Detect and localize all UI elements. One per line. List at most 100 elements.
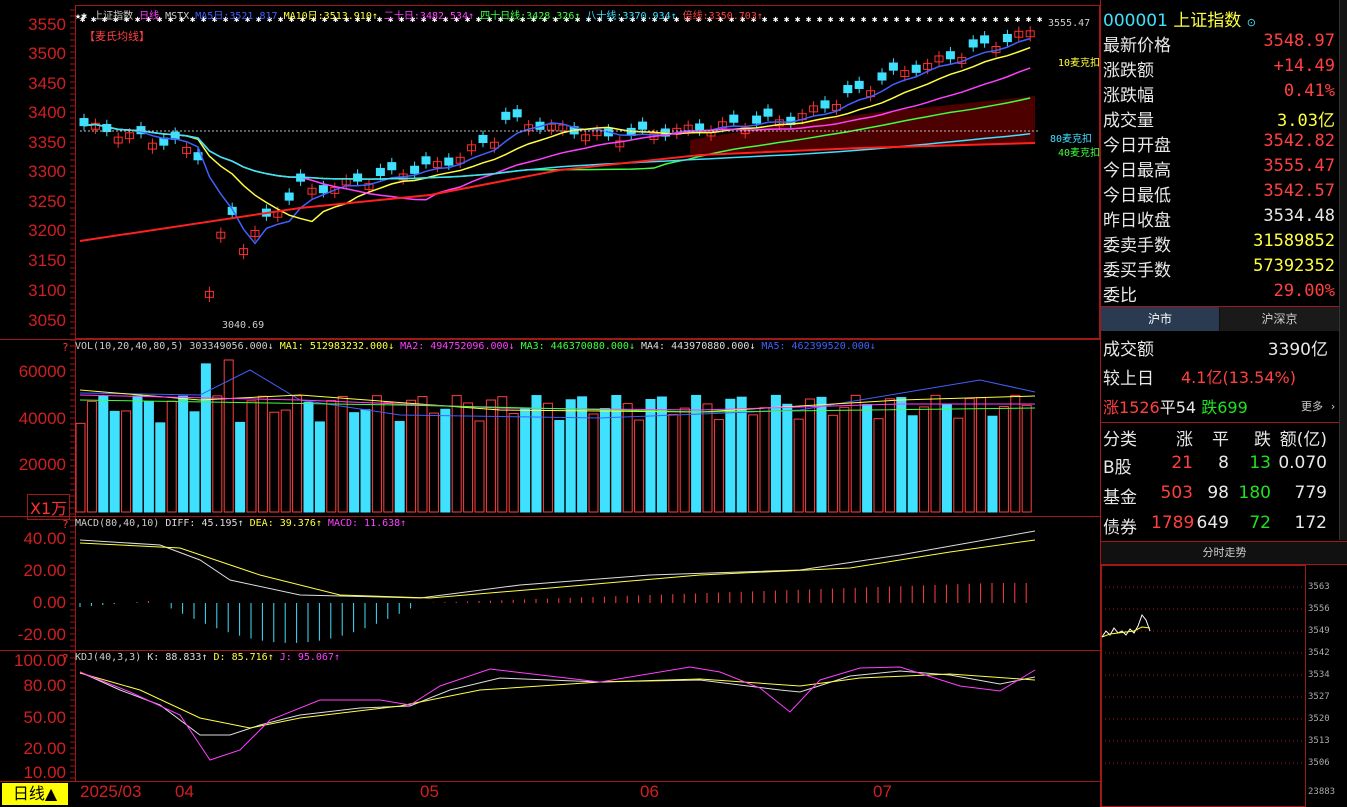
intraday-tick-label: 3556 [1308, 604, 1330, 614]
candle-body [911, 64, 921, 73]
intraday-tick-label: 3563 [1308, 582, 1330, 592]
volume-bar [223, 359, 234, 513]
quote-row: 涨跌额 +14.49 [1101, 56, 1339, 81]
intraday-tick-label: 3520 [1308, 714, 1330, 724]
volume-bar [394, 420, 405, 513]
volume-bar [337, 395, 348, 513]
table-cell: 98 [1207, 483, 1229, 503]
candle-body [888, 62, 898, 71]
table-row[interactable]: B股 21 8 13 0.070 [1101, 453, 1339, 481]
table-row[interactable]: 债券 1789 649 72 172 [1101, 513, 1339, 541]
volume-bar [326, 400, 337, 513]
volume-bar [98, 395, 109, 513]
intraday-tick-label: 23883 [1308, 787, 1336, 797]
volume-bar [383, 402, 394, 513]
quote-row: 今日最高 3555.47 [1101, 156, 1339, 181]
candle-body [79, 118, 89, 127]
more-link[interactable]: 更多 › [1301, 398, 1336, 414]
quote-value: 3534.48 [1263, 206, 1335, 226]
volume-bar [189, 411, 200, 513]
kdj-tick-label: 100.00 [14, 651, 66, 670]
ma20-value: 3482.534↑ [419, 11, 475, 22]
svg-text:✱: ✱ [971, 15, 977, 25]
svg-text:✱: ✱ [960, 15, 966, 25]
volume-bar [542, 402, 553, 513]
tab-shanghai[interactable]: 沪市 [1101, 307, 1219, 331]
quote-row: 涨跌幅 0.41% [1101, 81, 1339, 106]
volume-bar [725, 398, 736, 513]
candle-body [843, 85, 853, 94]
volume-bar [884, 398, 895, 513]
vol-tick-label: 60000 [18, 362, 66, 381]
ma-badge[interactable]: 【麦氏均线】 [84, 28, 150, 44]
table-cell: 503 [1160, 483, 1193, 503]
table-cell: 21 [1171, 453, 1193, 473]
tab-hushenjing[interactable]: 沪深京 [1220, 307, 1339, 331]
svg-text:✱: ✱ [927, 15, 933, 25]
indicator-name: MSTX [165, 11, 190, 22]
volume-bar [736, 396, 747, 513]
period-button[interactable]: 日线▲ [2, 783, 68, 805]
turnover-value: 3390亿 [1267, 340, 1328, 360]
svg-text:✱: ✱ [817, 15, 823, 25]
intraday-chart[interactable] [1101, 565, 1306, 807]
intraday-tick-label: 3534 [1308, 670, 1330, 680]
quote-value: 57392352 [1253, 256, 1335, 276]
down-label: 跌 [1201, 398, 1218, 417]
candle-body [638, 121, 648, 130]
candle-body [444, 157, 454, 166]
volume-bar [440, 408, 451, 513]
candle-body [478, 134, 488, 144]
volume-bar [941, 404, 952, 513]
table-row[interactable]: 基金 503 98 180 779 [1101, 483, 1339, 511]
price-tick-label: 3150 [28, 251, 66, 270]
volume-bar [702, 403, 713, 513]
vol-legend: VOL(10,20,40,80,5) 303349056.000↓ MA1: 5… [75, 341, 876, 352]
volume-bar [656, 396, 667, 513]
index-name: 上证指数 [93, 11, 134, 22]
table-header-cell: 涨 [1176, 430, 1193, 450]
volume-bar [1021, 404, 1032, 513]
scrollbar[interactable] [1339, 0, 1347, 540]
candle-body [512, 109, 522, 118]
ma5-label: MA5日: [195, 11, 230, 22]
volume-bar [474, 420, 485, 513]
quote-value: 3.03亿 [1277, 111, 1335, 131]
intraday-title[interactable]: 分时走势 [1101, 541, 1347, 565]
volume-bar [976, 397, 987, 513]
macd-tick-label: 0.00 [32, 593, 66, 612]
volume-bar [428, 412, 439, 513]
svg-text:✱: ✱ [762, 15, 768, 25]
volume-bar [759, 407, 770, 513]
svg-text:✱: ✱ [938, 15, 944, 25]
intraday-tick-label: 3506 [1308, 758, 1330, 768]
period-label: 日线 [139, 11, 160, 22]
chart-area[interactable]: ✱ ✱ ✱ ✱ ✱ ✱ ✱ ✱ ✱ ✱ ✱ ✱ ✱ ✱ ✱ ✱ ✱ ✱ ✱ ✱ ✱ ✱ ✱ ✱ ✱ ✱ ✱ ✱ ✱ ✱ ✱ ✱ ✱ ✱ ✱ ✱ ✱ ✱ ✱ ✱… [0, 0, 1100, 807]
table-header-cell: 跌 [1254, 430, 1271, 450]
favorite-star-icon[interactable]: ★✱ [75, 11, 87, 22]
kdj-tick-label: 50.00 [23, 708, 66, 727]
help-icon[interactable]: ? [62, 341, 69, 354]
info-icon[interactable]: ⊙ [1247, 16, 1256, 29]
svg-text:✱: ✱ [806, 15, 812, 25]
table-cell: 649 [1196, 513, 1229, 533]
ma40-value: 3428.326↑ [526, 11, 581, 22]
volume-bar [896, 397, 907, 513]
candle-body [410, 165, 420, 174]
quote-label: 昨日收盘 [1103, 211, 1171, 231]
svg-text:✱: ✱ [850, 15, 856, 25]
volume-bar [554, 420, 565, 513]
table-cell: 13 [1249, 453, 1271, 473]
svg-text:✱: ✱ [861, 15, 867, 25]
help-icon[interactable]: ? [62, 652, 69, 665]
table-cell: 180 [1238, 483, 1271, 503]
chart-canvas[interactable]: ✱ ✱ ✱ ✱ ✱ ✱ ✱ ✱ ✱ ✱ ✱ ✱ ✱ ✱ ✱ ✱ ✱ ✱ ✱ ✱ ✱ ✱ ✱ ✱ ✱ ✱ ✱ ✱ ✱ ✱ ✱ ✱ ✱ ✱ ✱ ✱ ✱ ✱ ✱ ✱… [0, 0, 1100, 807]
volume-bar [246, 400, 257, 513]
price-legend: ★✱ 上证指数 日线 MSTX MA5日:3521.817 MA10日:3513… [75, 7, 763, 22]
help-icon[interactable]: ? [62, 518, 69, 531]
quote-label: 涨跌额 [1103, 61, 1154, 81]
date-label: 07 [873, 782, 892, 801]
flat-label: 平 [1159, 398, 1176, 417]
table-header-cell: 平 [1212, 430, 1229, 450]
candle-body [284, 192, 294, 201]
